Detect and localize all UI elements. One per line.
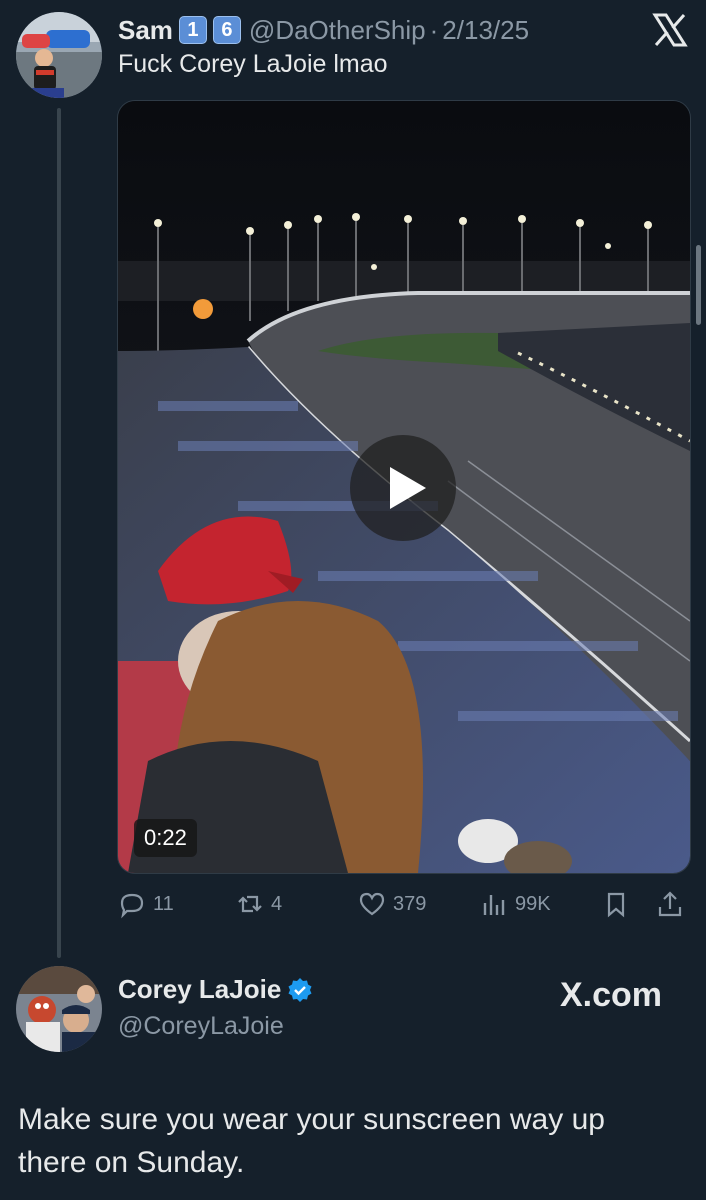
reply-text: Make sure you wear your sunscreen way up… <box>18 1103 605 1179</box>
x-com-text: X.com <box>560 976 663 1014</box>
video-duration: 0:22 <box>134 819 197 857</box>
repost-count: 4 <box>271 892 283 915</box>
video-player[interactable]: 0:22 <box>117 100 691 874</box>
reply-button[interactable]: 11 <box>117 886 174 922</box>
views-count: 99K <box>515 892 551 915</box>
reply-author-name[interactable]: Corey LaJoie <box>118 974 313 1005</box>
play-button[interactable] <box>350 435 456 541</box>
repost-icon <box>238 895 262 913</box>
tweet-actions: 11 4 379 99K <box>117 886 689 922</box>
repost-button[interactable]: 4 <box>235 886 282 922</box>
verified-badge-icon[interactable] <box>287 977 313 1003</box>
share-icon <box>658 891 682 917</box>
heart-icon <box>359 892 385 916</box>
corey-avatar[interactable] <box>16 966 102 1052</box>
views-button[interactable]: 99K <box>479 886 551 922</box>
separator-dot: · <box>429 14 439 45</box>
x-logo-icon[interactable] <box>652 12 688 48</box>
keycap-six-emoji: 6 <box>212 16 241 44</box>
x-com-watermark: X.com <box>560 976 662 1015</box>
like-button[interactable]: 379 <box>357 886 426 922</box>
reply-icon <box>120 893 144 919</box>
share-button[interactable] <box>655 886 691 922</box>
author-handle[interactable]: @DaOtherShip <box>249 15 426 46</box>
reply-author-handle[interactable]: @CoreyLaJoie <box>118 1012 284 1041</box>
scrollbar[interactable] <box>696 245 701 325</box>
play-icon <box>390 467 426 509</box>
tweet-header: Sam 1 6 @DaOtherShip · 2/13/25 <box>118 10 529 50</box>
bookmark-button[interactable] <box>601 886 637 922</box>
author-name[interactable]: Sam <box>118 15 173 46</box>
keycap-one-emoji: 1 <box>178 16 207 44</box>
tweet-date[interactable]: 2/13/25 <box>442 15 529 46</box>
tweet-text: Fuck Corey LaJoie lmao <box>118 50 388 78</box>
like-count: 379 <box>393 892 427 915</box>
bookmark-icon <box>607 892 625 918</box>
sam-avatar[interactable] <box>16 12 102 98</box>
reply-count: 11 <box>153 892 174 915</box>
reply-author-name-text: Corey LaJoie <box>118 974 282 1004</box>
views-chart-icon <box>483 895 505 915</box>
thread-connector-line <box>57 108 61 958</box>
